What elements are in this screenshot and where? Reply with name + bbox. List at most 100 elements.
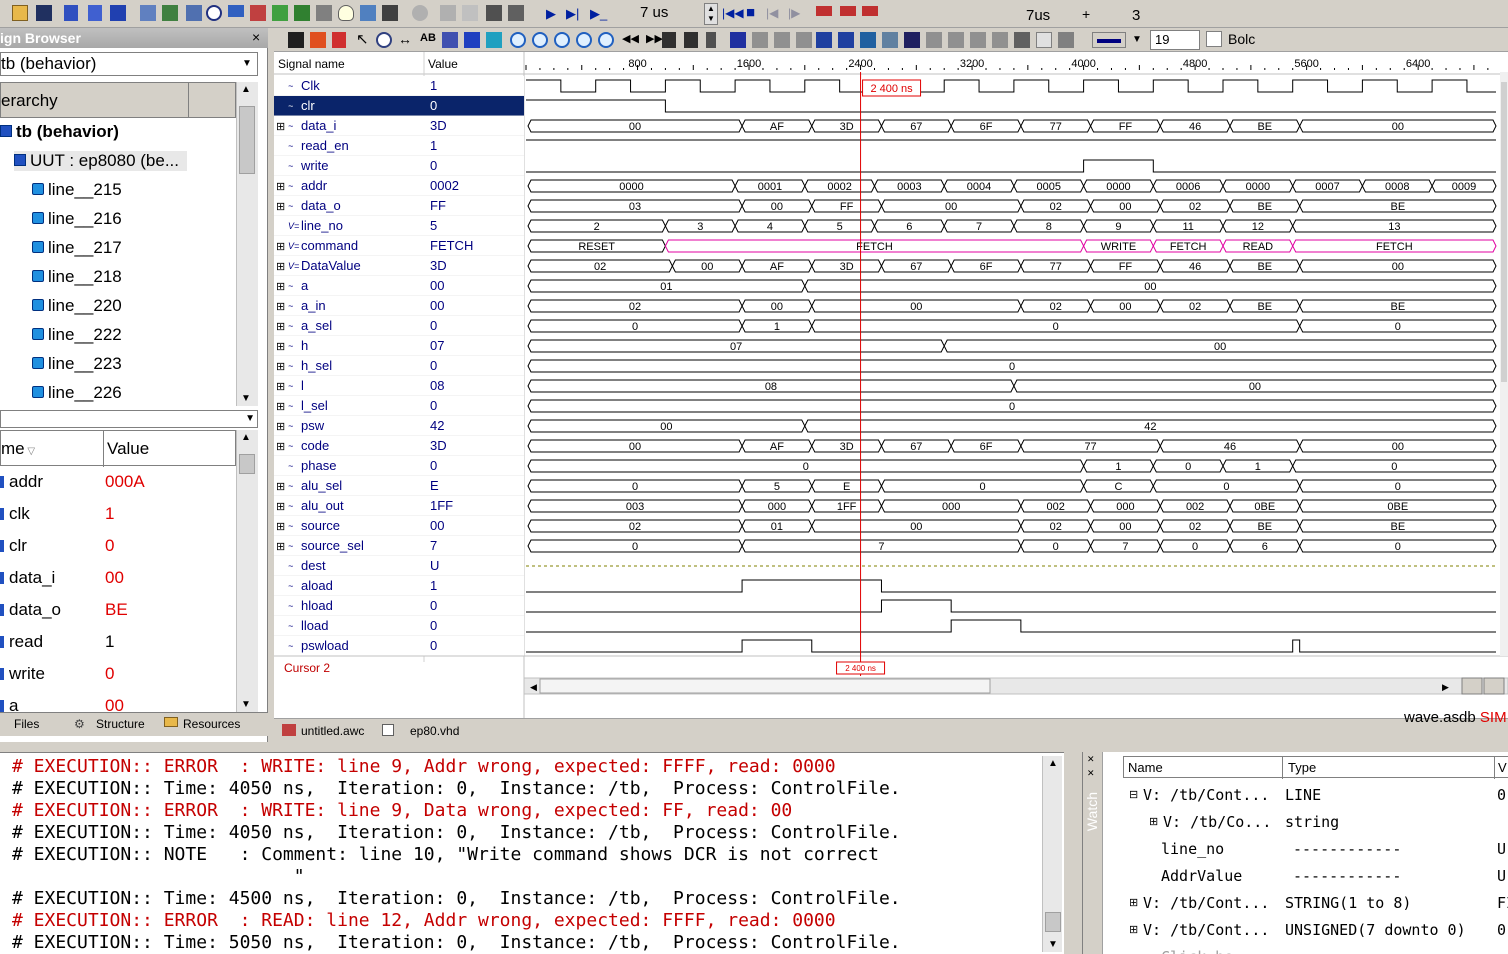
object-row[interactable]: a 00	[0, 690, 236, 712]
sim-time-input[interactable]: 7 us	[610, 3, 718, 25]
watch-header-type[interactable]: Type	[1288, 760, 1316, 775]
trace-over-icon[interactable]	[840, 6, 856, 16]
measure-icon[interactable]: ↔	[398, 31, 412, 47]
wave-m8-icon[interactable]	[970, 32, 986, 48]
hierarchy-header[interactable]: erarchy	[0, 82, 236, 118]
sim-time-spinner[interactable]: ▲ ▼	[704, 3, 718, 25]
watch-header-name[interactable]: Name	[1128, 760, 1163, 775]
compile-all-icon[interactable]	[88, 5, 102, 21]
restart-icon[interactable]: |◀◀	[722, 6, 744, 20]
object-row[interactable]: clr 0	[0, 530, 236, 562]
scroll-btn-b[interactable]	[1483, 677, 1505, 695]
wave-sig-icon[interactable]	[332, 32, 346, 48]
object-row[interactable]: write 0	[0, 658, 236, 690]
tree-node[interactable]: line__218	[32, 267, 122, 287]
tree-node[interactable]: line__216	[32, 209, 122, 229]
wave-m4-icon[interactable]	[882, 32, 898, 48]
next-edge-icon[interactable]: ▶▶	[646, 32, 663, 45]
tree-node[interactable]: tb (behavior)	[0, 122, 119, 142]
watch-row[interactable]: ⊟ V: /tb/Cont... LINE 0:	[1103, 782, 1508, 808]
objects-header-value[interactable]: Value	[107, 431, 149, 467]
print-icon[interactable]	[1058, 32, 1074, 48]
pen-icon[interactable]	[730, 32, 746, 48]
bulb-icon[interactable]	[338, 5, 354, 21]
font-size-field[interactable]: 19	[1150, 30, 1200, 50]
watch-row[interactable]: Click he	[1103, 944, 1508, 954]
object-row[interactable]: read 1	[0, 626, 236, 658]
close-icon[interactable]: ×	[252, 29, 260, 45]
console-panel[interactable]: # EXECUTION:: ERROR : WRITE: line 9, Add…	[0, 752, 1064, 954]
stamp-icon[interactable]	[382, 5, 398, 21]
run-until-icon[interactable]: ▶|	[566, 6, 579, 22]
bp2-icon[interactable]	[774, 32, 790, 48]
object-row[interactable]: data_o BE	[0, 594, 236, 626]
save-icon[interactable]	[36, 5, 52, 21]
zoom-fit-icon[interactable]	[554, 32, 570, 48]
pointer-icon[interactable]: ↖	[356, 30, 369, 48]
marker-icon[interactable]	[706, 32, 716, 48]
window-icon[interactable]	[140, 5, 156, 21]
step-fwd-icon[interactable]: |▶	[788, 6, 800, 20]
trace-icon[interactable]	[816, 6, 832, 16]
line-color-picker[interactable]	[1092, 32, 1126, 48]
wave-tool3-icon[interactable]	[486, 32, 502, 48]
watch-row[interactable]: ⊞ V: /tb/Cont... UNSIGNED(7 downto 0) 0	[1103, 917, 1508, 943]
bde-icon[interactable]	[228, 5, 244, 17]
expand-icon[interactable]: ⊞	[1129, 917, 1138, 943]
grid-icon[interactable]	[110, 5, 126, 21]
tab-structure[interactable]: Structure	[96, 717, 145, 731]
expand-icon[interactable]: ⊞	[1129, 890, 1138, 916]
zoom-in-icon[interactable]	[510, 32, 526, 48]
hierarchy-icon[interactable]	[250, 5, 266, 21]
bin-icon[interactable]	[662, 32, 676, 48]
wave-tool1-icon[interactable]	[442, 32, 458, 48]
wave-save-icon[interactable]	[288, 32, 304, 48]
step-out-disabled-icon[interactable]	[462, 5, 478, 21]
objects-filter-select[interactable]: ▼	[0, 410, 258, 428]
tree-node[interactable]: line__217	[32, 238, 122, 258]
wave-m5-icon[interactable]	[904, 32, 920, 48]
wave-m7-icon[interactable]	[948, 32, 964, 48]
wave-m3-icon[interactable]	[860, 32, 876, 48]
tree-node[interactable]: line__222	[32, 325, 122, 345]
wave-zoom-icon[interactable]	[376, 32, 392, 48]
wave-m9-icon[interactable]	[992, 32, 1008, 48]
signal-row[interactable]	[274, 336, 524, 356]
expand-icon[interactable]: ⊞	[1149, 809, 1158, 835]
tool-icon[interactable]	[162, 5, 178, 21]
find-icon[interactable]	[206, 5, 222, 21]
object-row[interactable]: addr 000A	[0, 466, 236, 498]
tab-files[interactable]: Files	[14, 717, 39, 731]
monitor-icon[interactable]	[186, 5, 202, 21]
stop-icon[interactable]: ■	[746, 4, 755, 21]
breakpoint-icon[interactable]	[486, 5, 502, 21]
wave-h-scroll-thumb[interactable]	[539, 678, 991, 694]
wave-m2-icon[interactable]	[838, 32, 854, 48]
object-row[interactable]: data_i 00	[0, 562, 236, 594]
signal-row[interactable]	[274, 276, 524, 296]
bold-checkbox[interactable]	[1206, 31, 1222, 47]
tab-ep80-vhd[interactable]: ep80.vhd	[410, 724, 459, 738]
watch-row[interactable]: ⊞ V: /tb/Co... string	[1103, 809, 1508, 835]
wave-tool2-icon[interactable]	[464, 32, 480, 48]
stop-disabled-icon[interactable]	[412, 5, 428, 21]
bin2-icon[interactable]	[684, 32, 698, 48]
tree-scrollbar[interactable]: ▲ ▼	[236, 82, 258, 406]
wave-m1-icon[interactable]	[816, 32, 832, 48]
zoom-cursor-icon[interactable]	[598, 32, 614, 48]
trace-out-icon[interactable]	[862, 6, 878, 16]
wave-add-icon[interactable]	[310, 32, 326, 48]
watch-row[interactable]: line_no ------------ U	[1103, 836, 1508, 862]
objects-scrollbar[interactable]: ▲ ▼	[236, 430, 258, 712]
tree-node[interactable]: line__220	[32, 296, 122, 316]
tree-node[interactable]: UUT : ep8080 (be...	[14, 151, 187, 171]
scroll-btn-a[interactable]	[1461, 677, 1483, 695]
console-scrollbar[interactable]: ▲ ▼	[1042, 756, 1062, 952]
signal-row[interactable]	[274, 376, 524, 396]
step-in-disabled-icon[interactable]	[440, 5, 456, 21]
wave-m6-icon[interactable]	[926, 32, 942, 48]
open-folder-icon[interactable]	[12, 5, 28, 21]
wave-v-scroll-thumb[interactable]	[1501, 82, 1507, 382]
watch-header-value[interactable]: V	[1498, 760, 1507, 775]
ab-icon[interactable]: AB	[420, 32, 436, 44]
